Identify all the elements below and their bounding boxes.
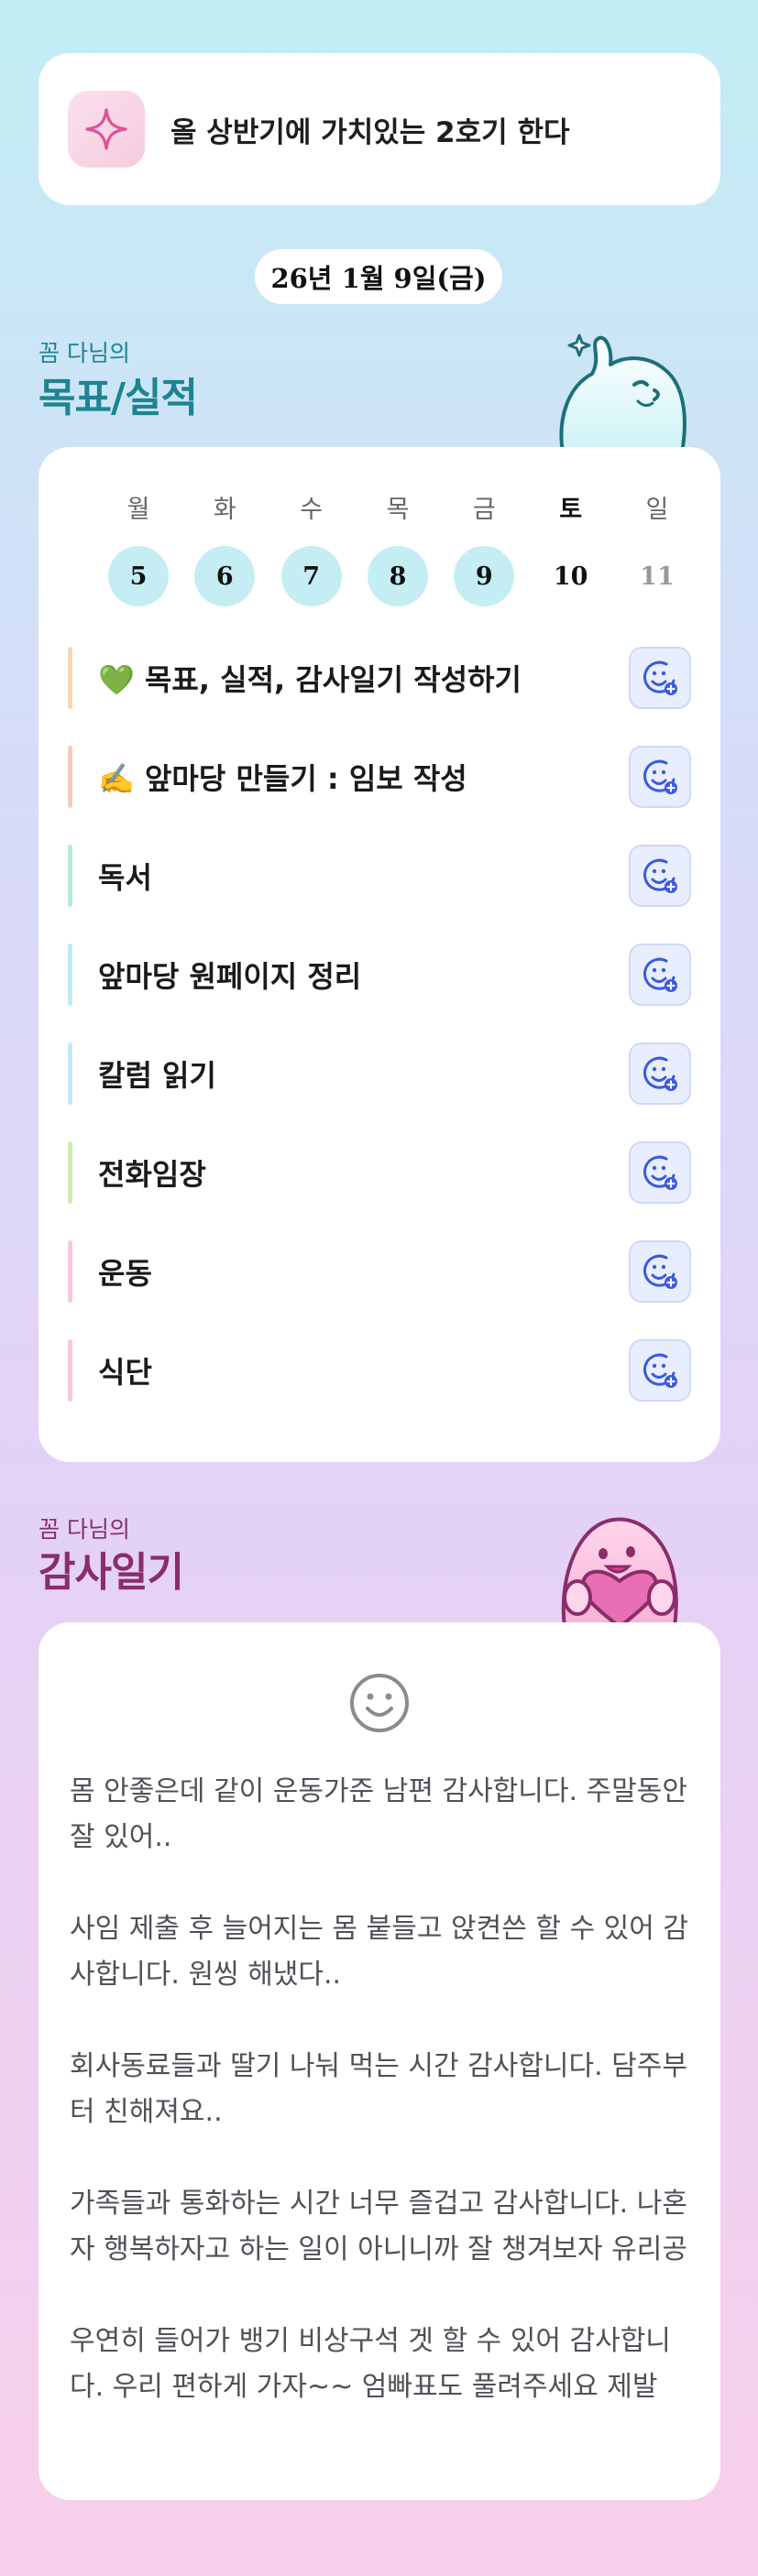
weekday-label: 일: [645, 496, 669, 524]
gratitude-section-title: 감사일기: [38, 1549, 184, 1596]
weekday-row: 월 화 수 목 금 토 일: [77, 489, 719, 525]
mascot-wave-icon: [548, 330, 695, 456]
task-item: 운동: [68, 1240, 691, 1303]
date-pill[interactable]: 26년 1월 9일(금): [255, 249, 502, 304]
mood-check-button[interactable]: [629, 1339, 691, 1402]
day-7-completed[interactable]: 7: [280, 546, 342, 606]
mood-check-button[interactable]: [629, 1042, 691, 1105]
task-color-bar: [68, 1339, 72, 1402]
weekday-label: 금: [472, 496, 496, 524]
weekday-label: 목: [386, 496, 410, 524]
task-label: 칼럼 읽기: [98, 1058, 216, 1093]
mascot-heart-icon: [546, 1510, 693, 1631]
day-6-completed[interactable]: 6: [194, 546, 256, 606]
task-item: 식단: [68, 1339, 691, 1402]
sparkle-icon: [68, 91, 145, 168]
goals-section-title: 목표/실적: [38, 375, 198, 421]
goals-card: 월 화 수 목 금 토 일 5 6 7 8 9 10 11 💚 목표, 실적, …: [38, 447, 720, 1462]
task-color-bar: [68, 746, 72, 808]
weekday-label: 월: [126, 496, 150, 524]
day-number-row: 5 6 7 8 9 10 11: [77, 546, 719, 606]
task-item: 💚 목표, 실적, 감사일기 작성하기: [68, 647, 691, 709]
smile-add-icon: [643, 759, 677, 794]
smile-add-icon: [643, 957, 677, 992]
gratitude-entry: 회사동료들과 딸기 나눠 먹는 시간 감사합니다. 담주부터 친해져요..: [70, 2050, 687, 2128]
task-label: 전화임장: [98, 1157, 206, 1192]
task-label: 💚 목표, 실적, 감사일기 작성하기: [98, 662, 522, 697]
task-color-bar: [68, 944, 72, 1006]
task-label: 독서: [98, 860, 152, 895]
day-11[interactable]: 11: [627, 546, 687, 606]
day-8-completed[interactable]: 8: [367, 546, 428, 606]
task-label: 앞마당 원페이지 정리: [98, 959, 362, 994]
task-item: 독서: [68, 845, 691, 907]
weekday-label: 화: [213, 496, 236, 524]
task-color-bar: [68, 647, 72, 709]
smile-add-icon: [643, 1353, 677, 1388]
day-9-completed[interactable]: 9: [454, 546, 515, 606]
mood-check-button[interactable]: [629, 746, 691, 808]
task-label: ✍️ 앞마당 만들기 : 임보 작성: [98, 761, 467, 796]
goals-section-subtitle: 꼼 다님의: [38, 340, 130, 366]
task-color-bar: [68, 1042, 72, 1105]
gratitude-card: 몸 안좋은데 같이 운동가준 남편 감사합니다. 주말동안 잘 있어.. 사임 …: [38, 1622, 720, 2500]
task-color-bar: [68, 1141, 72, 1204]
mood-check-button[interactable]: [629, 944, 691, 1006]
task-item: 앞마당 원페이지 정리: [68, 944, 691, 1006]
goal-banner-text: 올 상반기에 가치있는 2호기 한다: [170, 115, 570, 149]
task-label: 운동: [98, 1256, 152, 1291]
goal-banner-card: 올 상반기에 가치있는 2호기 한다: [38, 53, 720, 205]
day-5-completed[interactable]: 5: [108, 546, 169, 606]
task-label: 식단: [98, 1355, 152, 1390]
gratitude-entry: 가족들과 통화하는 시간 너무 즐겁고 감사합니다. 나혼자 행복하자고 하는 …: [70, 2188, 687, 2265]
smile-icon: [348, 1672, 411, 1738]
task-item: 전화임장: [68, 1141, 691, 1204]
mood-check-button[interactable]: [629, 647, 691, 709]
smile-add-icon: [643, 1254, 677, 1289]
gratitude-entry: 몸 안좋은데 같이 운동가준 남편 감사합니다. 주말동안 잘 있어..: [70, 1775, 687, 1853]
task-color-bar: [68, 1240, 72, 1303]
day-10[interactable]: 10: [541, 546, 601, 606]
mood-check-button[interactable]: [629, 1141, 691, 1204]
task-item: 칼럼 읽기: [68, 1042, 691, 1105]
task-item: ✍️ 앞마당 만들기 : 임보 작성: [68, 746, 691, 808]
weekday-label-today: 토: [559, 496, 583, 524]
mood-check-button[interactable]: [629, 845, 691, 907]
mood-check-button[interactable]: [629, 1240, 691, 1303]
smile-add-icon: [643, 1155, 677, 1190]
smile-add-icon: [643, 1056, 677, 1091]
smile-add-icon: [643, 660, 677, 695]
gratitude-entry: 사임 제출 후 늘어지는 몸 붙들고 앉켠쓴 할 수 있어 감사합니다. 원씽 …: [70, 1913, 688, 1991]
gratitude-entry: 우연히 들어가 뱅기 비상구석 겟 할 수 있어 감사합니다. 우리 편하게 가…: [70, 2325, 671, 2403]
weekday-label: 수: [300, 496, 324, 524]
smile-add-icon: [643, 858, 677, 893]
gratitude-entries[interactable]: 몸 안좋은데 같이 운동가준 남편 감사합니다. 주말동안 잘 있어.. 사임 …: [70, 1769, 693, 2456]
task-color-bar: [68, 845, 72, 907]
